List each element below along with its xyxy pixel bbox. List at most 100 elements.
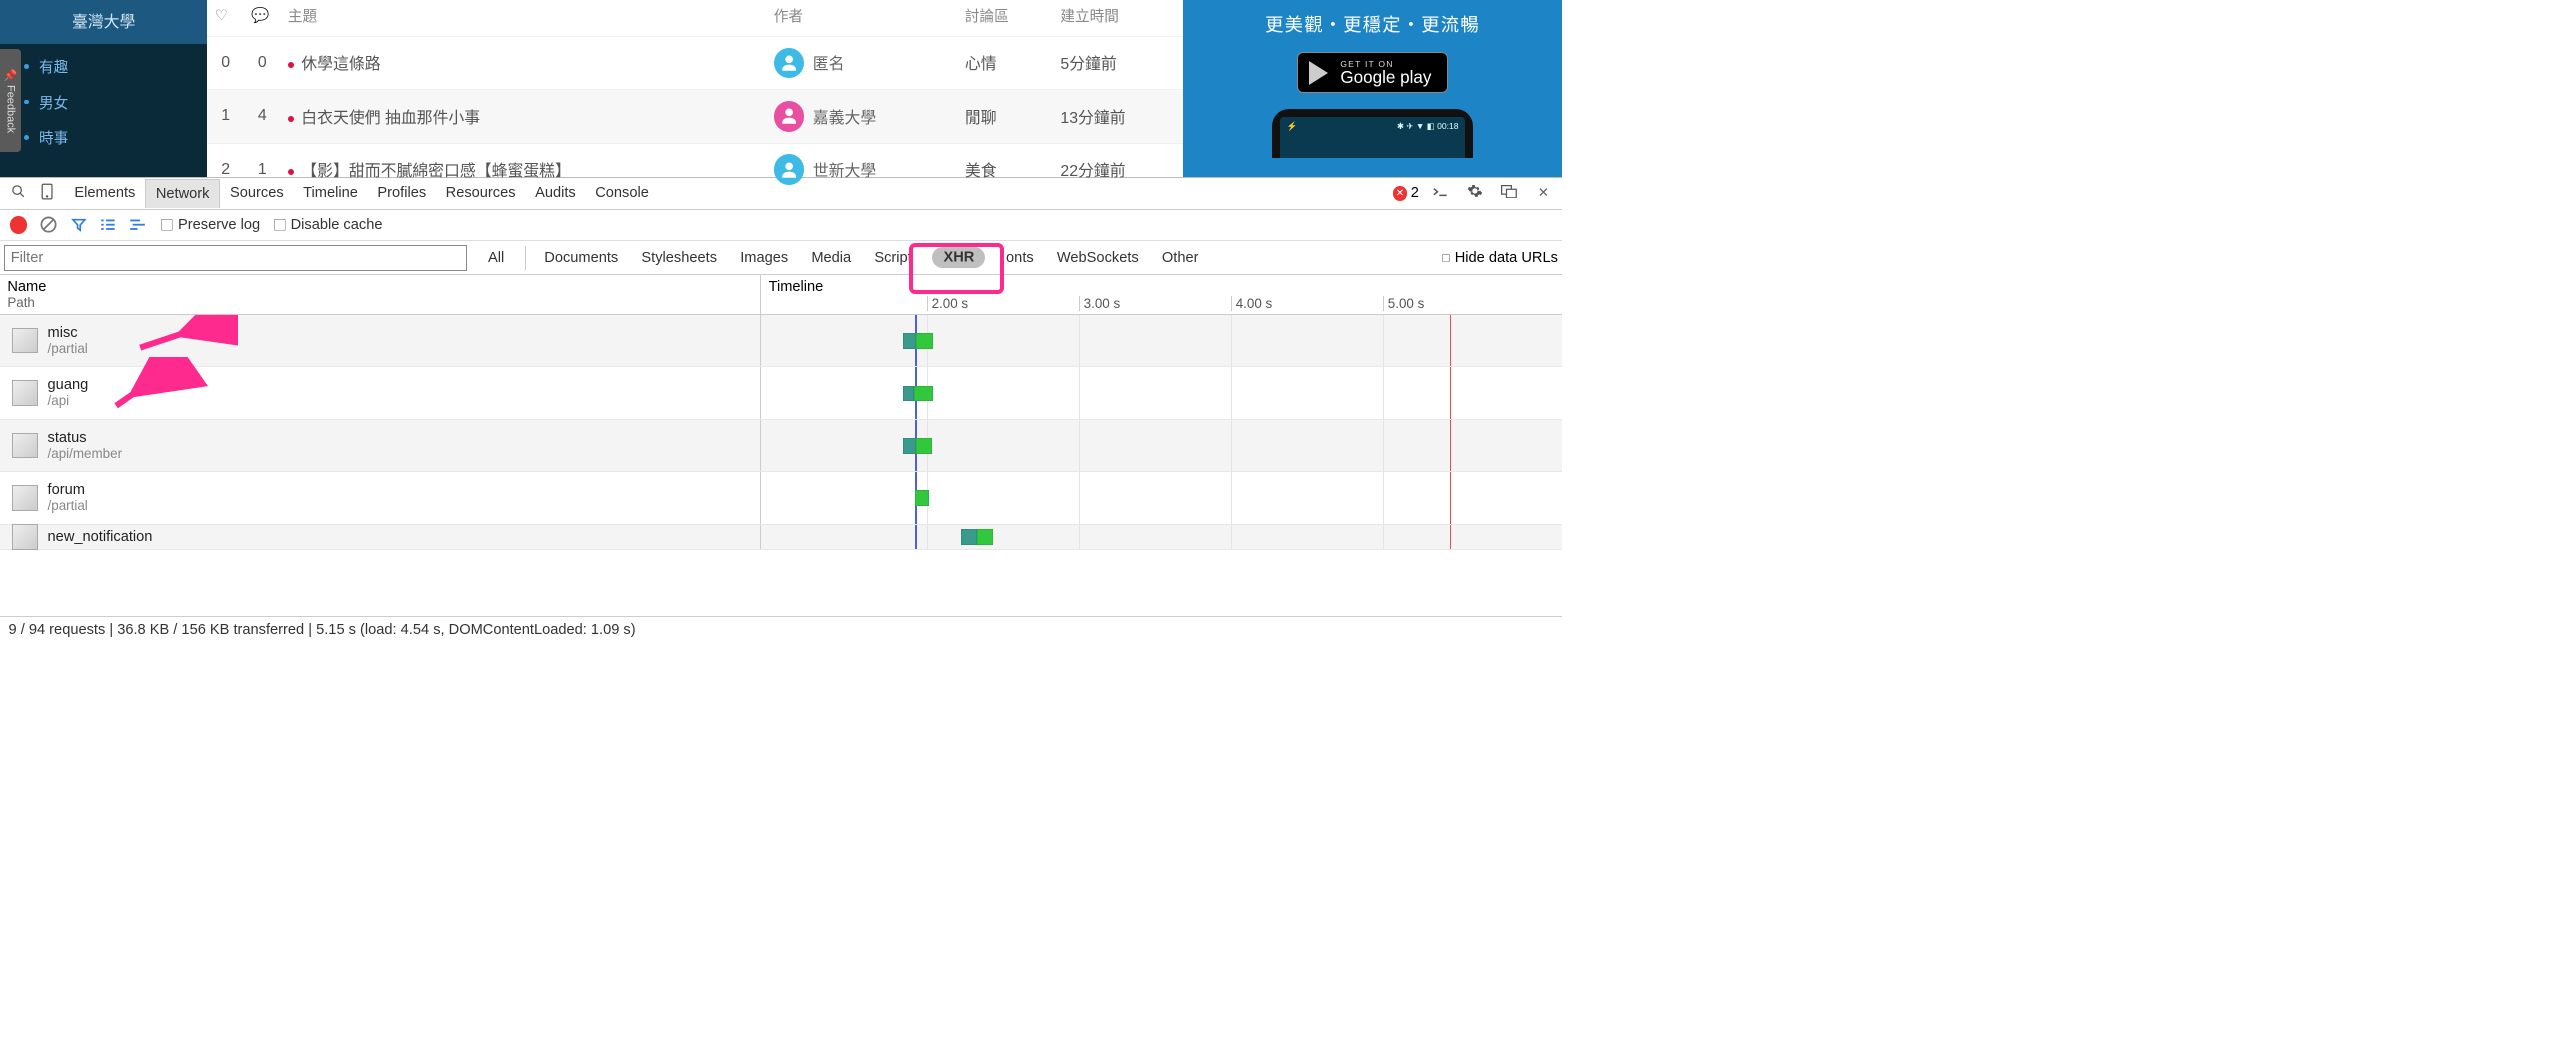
forum-row[interactable]: 14白衣天使們 抽血那件小事嘉義大學閒聊13分鐘前 xyxy=(207,90,1183,143)
devtools-tab-audits[interactable]: Audits xyxy=(525,179,585,208)
request-timeline-cell xyxy=(761,315,1561,366)
request-thumbnail xyxy=(12,380,38,406)
bullet-icon xyxy=(24,64,29,69)
network-grid-header: Name Path Timeline 2.00 s3.00 s4.00 s5.0… xyxy=(0,275,1562,314)
google-play-badge[interactable]: GET IT ON Google play xyxy=(1297,52,1449,93)
timing-bar xyxy=(977,529,993,545)
request-row[interactable]: forum/partial xyxy=(0,472,1562,524)
topic-link[interactable]: 白衣天使們 抽血那件小事 xyxy=(281,90,767,143)
load-line xyxy=(1450,367,1452,418)
gear-icon[interactable] xyxy=(1463,183,1487,203)
devtools-tab-profiles[interactable]: Profiles xyxy=(368,179,436,208)
device-icon[interactable] xyxy=(35,183,59,204)
filter-input[interactable] xyxy=(4,245,468,271)
request-path: /partial xyxy=(48,341,88,356)
filter-tab-xhr[interactable]: XHR xyxy=(932,250,985,266)
dock-icon[interactable] xyxy=(1497,185,1521,202)
author-cell[interactable]: 嘉義大學 xyxy=(774,101,951,132)
list-icon[interactable] xyxy=(100,218,116,231)
phone-mock: ⚡ ✱ ✈ ▼ ◧ 00:18 xyxy=(1272,109,1473,158)
request-name: misc xyxy=(48,325,88,341)
load-line xyxy=(1450,420,1452,471)
request-row[interactable]: status/api/member xyxy=(0,420,1562,472)
filter-tab-documents[interactable]: Documents xyxy=(525,246,621,269)
sidebar-item-label: 時事 xyxy=(39,127,68,148)
author-name: 嘉義大學 xyxy=(813,105,876,128)
load-line xyxy=(1450,525,1452,550)
filter-tab-onts[interactable]: onts xyxy=(1004,246,1037,269)
request-row[interactable]: misc/partial xyxy=(0,315,1562,367)
sidebar-item[interactable]: 有趣 xyxy=(24,49,183,85)
timeline-tick: 5.00 s xyxy=(1383,296,1424,311)
hide-data-urls-checkbox[interactable]: Hide data URLs xyxy=(1442,250,1558,266)
request-thumbnail xyxy=(12,328,38,354)
board-name: 閒聊 xyxy=(958,90,1054,143)
board-name: 心情 xyxy=(958,36,1054,89)
request-row[interactable]: guang/api xyxy=(0,367,1562,419)
domcontentloaded-line xyxy=(915,525,917,550)
filter-tab-images[interactable]: Images xyxy=(738,246,791,269)
error-count-badge[interactable]: ✕ 2 xyxy=(1393,185,1419,201)
sidebar-item[interactable]: 時事 xyxy=(24,120,183,156)
devtools-tab-network[interactable]: Network xyxy=(145,179,220,208)
devtools-tab-timeline[interactable]: Timeline xyxy=(293,179,367,208)
clear-icon[interactable] xyxy=(40,216,57,233)
gplay-big: Google play xyxy=(1340,69,1431,86)
author-name: 匿名 xyxy=(813,51,845,74)
request-name: new_notification xyxy=(48,529,153,545)
col-board: 討論區 xyxy=(958,0,1054,36)
network-filter-bar: All Documents Stylesheets Images Media Script… xyxy=(0,241,1562,275)
feedback-tab[interactable]: 📌 Feedback xyxy=(0,49,21,153)
timing-bar xyxy=(903,438,916,454)
filter-tab-script[interactable]: Script xyxy=(872,246,914,269)
filter-icon[interactable] xyxy=(71,217,87,233)
filter-tab-media[interactable]: Media xyxy=(809,246,854,269)
console-toggle-icon[interactable] xyxy=(1429,185,1453,202)
heart-count: 1 xyxy=(207,90,244,143)
close-icon[interactable]: ✕ xyxy=(1531,185,1555,201)
request-name: forum xyxy=(48,482,88,498)
forum-row[interactable]: 00休學這條路匿名心情5分鐘前 xyxy=(207,36,1183,89)
devtools-tab-console[interactable]: Console xyxy=(585,179,658,208)
sidebar-item-label: 有趣 xyxy=(39,56,68,77)
phone-status-bar: ⚡ ✱ ✈ ▼ ◧ 00:18 xyxy=(1286,121,1458,132)
column-name[interactable]: Name Path xyxy=(0,275,761,313)
forum-sidebar: 臺灣大學 有趣男女時事 xyxy=(0,0,207,177)
request-name: status xyxy=(48,430,123,446)
filter-tab-stylesheets[interactable]: Stylesheets xyxy=(639,246,719,269)
search-icon[interactable] xyxy=(6,184,30,203)
sidebar-header[interactable]: 臺灣大學 xyxy=(0,0,207,44)
disable-cache-checkbox[interactable]: Disable cache xyxy=(274,217,383,233)
request-thumbnail xyxy=(12,524,38,550)
sidebar-item-label: 男女 xyxy=(39,92,68,113)
timing-bar xyxy=(914,386,933,402)
request-thumbnail xyxy=(12,485,38,511)
request-timeline-cell xyxy=(761,367,1561,418)
timing-bar xyxy=(916,333,934,349)
request-row[interactable]: new_notification xyxy=(0,525,1562,551)
devtools-tab-elements[interactable]: Elements xyxy=(65,179,145,208)
column-timeline[interactable]: Timeline 2.00 s3.00 s4.00 s5.00 s xyxy=(761,275,1561,313)
filter-tab-websockets[interactable]: WebSockets xyxy=(1054,246,1141,269)
timing-bar xyxy=(903,386,914,402)
sidebar-items: 有趣男女時事 xyxy=(0,44,207,161)
overview-icon[interactable] xyxy=(129,218,147,231)
timing-bar xyxy=(916,438,932,454)
avatar xyxy=(774,101,805,132)
timing-bar xyxy=(961,529,977,545)
topic-link[interactable]: 休學這條路 xyxy=(281,36,767,89)
devtools-panel: ElementsNetworkSourcesTimelineProfilesRe… xyxy=(0,177,1562,643)
sidebar-item[interactable]: 男女 xyxy=(24,84,183,120)
devtools-tab-sources[interactable]: Sources xyxy=(220,179,293,208)
error-icon: ✕ xyxy=(1393,186,1408,201)
request-timeline-cell xyxy=(761,525,1561,550)
author-cell[interactable]: 匿名 xyxy=(774,48,951,79)
filter-tab-other[interactable]: Other xyxy=(1159,246,1200,269)
preserve-log-checkbox[interactable]: Preserve log xyxy=(161,217,260,233)
filter-tab-all[interactable]: All xyxy=(486,246,507,269)
record-button[interactable] xyxy=(10,216,27,233)
devtools-tab-resources[interactable]: Resources xyxy=(436,179,525,208)
col-topic: 主題 xyxy=(281,0,767,36)
timing-bar xyxy=(903,333,916,349)
col-author: 作者 xyxy=(766,0,957,36)
